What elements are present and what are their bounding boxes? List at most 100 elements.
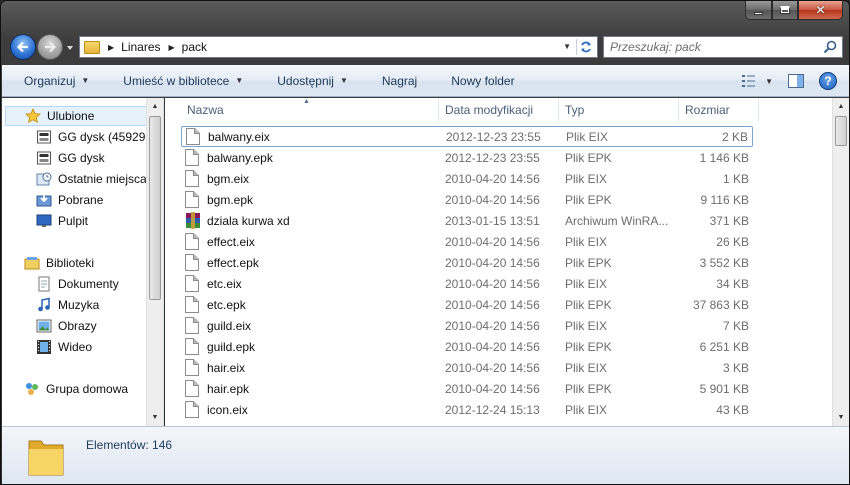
- close-icon: ✕: [815, 3, 826, 17]
- forward-button[interactable]: [37, 34, 63, 60]
- file-row[interactable]: dziala kurwa xd 2013-01-15 13:51 Archiwum …: [181, 210, 753, 231]
- file-list-scrollbar[interactable]: ▲ ▼: [832, 98, 849, 426]
- file-row[interactable]: etc.epk 2010-04-20 14:56 Plik EPK 37 863 KB: [181, 294, 753, 315]
- file-row[interactable]: effect.eix 2010-04-20 14:56 Plik EIX 26 KB: [181, 231, 753, 252]
- close-button[interactable]: ✕: [798, 1, 843, 20]
- file-row[interactable]: hair.epk 2010-04-20 14:56 Plik EPK 5 901 KB: [181, 378, 753, 399]
- file-name: etc.epk: [207, 297, 246, 312]
- file-row[interactable]: balwany.epk 2012-12-23 23:55 Plik EPK 1 146…: [181, 147, 753, 168]
- file-row[interactable]: icon.eix 2012-12-24 15:13 Plik EIX 43 KB: [181, 399, 753, 420]
- scroll-down-arrow-icon[interactable]: ▼: [833, 409, 849, 426]
- new-folder-label: Nowy folder: [451, 73, 515, 88]
- file-icon: [185, 170, 199, 187]
- nav-item-downloads[interactable]: Pobrane: [36, 190, 103, 210]
- file-row[interactable]: guild.epk 2010-04-20 14:56 Plik EPK 6 251 K…: [181, 336, 753, 357]
- downloads-icon: [36, 193, 52, 207]
- column-header-type-label: Typ: [565, 103, 585, 117]
- file-row[interactable]: balwany.eix 2012-12-23 23:55 Plik EIX 2 KB: [181, 126, 753, 147]
- nav-item-recent-places[interactable]: Ostatnie miejsca: [36, 169, 147, 189]
- file-date: 2010-04-20 14:56: [445, 318, 540, 333]
- change-view-button[interactable]: [741, 72, 759, 90]
- scroll-up-arrow-icon[interactable]: ▲: [833, 98, 849, 115]
- recent-pages-dropdown[interactable]: [65, 43, 75, 53]
- gg-drive-icon: [37, 130, 51, 144]
- scrollbar-thumb[interactable]: [149, 116, 161, 300]
- preview-pane-button[interactable]: [787, 72, 805, 90]
- breadcrumb-separator-icon[interactable]: ▶: [108, 43, 114, 52]
- scroll-down-arrow-icon[interactable]: ▼: [147, 409, 163, 426]
- file-row[interactable]: hair.eix 2010-04-20 14:56 Plik EIX 3 KB: [181, 357, 753, 378]
- file-icon: [185, 149, 199, 166]
- nav-item-gg-drive-2[interactable]: GG dysk: [36, 148, 105, 168]
- column-header-type[interactable]: Typ: [559, 98, 679, 122]
- file-row[interactable]: effect.epk 2010-04-20 14:56 Plik EPK 3 552 …: [181, 252, 753, 273]
- file-type: Plik EIX: [565, 171, 608, 186]
- new-folder-button[interactable]: Nowy folder: [439, 69, 526, 93]
- file-type: Plik EIX: [565, 318, 608, 333]
- pictures-icon: [36, 319, 52, 333]
- share-button[interactable]: Udostępnij ▼: [265, 69, 360, 93]
- refresh-button[interactable]: [576, 39, 594, 55]
- nav-libraries[interactable]: Biblioteki: [24, 253, 94, 273]
- nav-item-label: GG dysk (459295381): [58, 130, 147, 144]
- file-list: ▲ Nazwa Data modyfikacji Typ Rozmiar bal…: [165, 98, 849, 426]
- nav-item-documents[interactable]: Dokumenty: [36, 274, 119, 294]
- scrollbar-thumb[interactable]: [835, 116, 847, 146]
- minimize-button[interactable]: [745, 1, 772, 20]
- search-input[interactable]: Przeszukaj: pack: [610, 40, 822, 54]
- nav-scrollbar[interactable]: ▲ ▼: [146, 98, 163, 426]
- file-name-cell: guild.eix: [185, 317, 251, 334]
- view-options-dropdown[interactable]: ▼: [765, 77, 773, 86]
- nav-item-desktop[interactable]: Pulpit: [36, 211, 88, 231]
- burn-button[interactable]: Nagraj: [370, 69, 429, 93]
- file-type: Archiwum WinRA...: [565, 213, 669, 228]
- search-box[interactable]: Przeszukaj: pack: [603, 36, 843, 58]
- file-name-cell: effect.eix: [185, 233, 255, 250]
- file-name: balwany.epk: [207, 150, 273, 165]
- file-row[interactable]: bgm.eix 2010-04-20 14:56 Plik EIX 1 KB: [181, 168, 753, 189]
- file-name-cell: hair.epk: [185, 380, 249, 397]
- file-size: 1 KB: [722, 171, 749, 186]
- nav-item-gg-drive-1[interactable]: GG dysk (459295381): [36, 127, 147, 147]
- nav-item-music[interactable]: Muzyka: [36, 295, 99, 315]
- help-icon[interactable]: ?: [819, 72, 837, 90]
- breadcrumb-linares[interactable]: Linares: [121, 40, 160, 54]
- nav-homegroup[interactable]: Grupa domowa: [24, 379, 128, 399]
- file-size: 2 KB: [721, 129, 748, 144]
- file-row[interactable]: etc.eix 2010-04-20 14:56 Plik EIX 34 KB: [181, 273, 753, 294]
- include-in-library-button[interactable]: Umieść w bibliotece ▼: [111, 69, 255, 93]
- file-name: icon.eix: [207, 402, 248, 417]
- nav-libraries-label: Biblioteki: [46, 256, 95, 270]
- navigation-pane: Ulubione GG dysk (459295381) GG dysk Ost…: [2, 98, 164, 426]
- file-date: 2010-04-20 14:56: [445, 276, 540, 291]
- column-header-date-label: Data modyfikacji: [445, 103, 534, 117]
- file-size: 5 901 KB: [699, 381, 749, 396]
- address-history-dropdown[interactable]: ▼: [563, 42, 571, 51]
- file-name-cell: etc.eix: [185, 275, 242, 292]
- file-name-cell: effect.epk: [185, 254, 259, 271]
- search-icon[interactable]: [822, 39, 838, 55]
- explorer-window: ✕ ▶ Linares ▶ pack ▼ Przeszukaj: pack Or…: [0, 0, 850, 485]
- column-header-name[interactable]: Nazwa: [181, 98, 439, 122]
- column-header-date[interactable]: Data modyfikacji: [439, 98, 559, 122]
- maximize-icon: [780, 6, 790, 14]
- file-icon: [185, 338, 199, 355]
- file-size: 43 KB: [716, 402, 749, 417]
- organize-button[interactable]: Organizuj ▼: [12, 69, 101, 93]
- back-button[interactable]: [10, 34, 36, 60]
- nav-item-pictures[interactable]: Obrazy: [36, 316, 97, 336]
- column-header-size[interactable]: Rozmiar: [679, 98, 759, 122]
- include-in-library-label: Umieść w bibliotece: [123, 73, 230, 88]
- address-bar[interactable]: ▶ Linares ▶ pack ▼: [79, 36, 598, 58]
- breadcrumb-pack[interactable]: pack: [182, 40, 207, 54]
- file-date: 2010-04-20 14:56: [445, 192, 540, 207]
- scroll-up-arrow-icon[interactable]: ▲: [147, 98, 163, 115]
- file-row[interactable]: guild.eix 2010-04-20 14:56 Plik EIX 7 KB: [181, 315, 753, 336]
- nav-item-video[interactable]: Wideo: [36, 337, 92, 357]
- file-type: Plik EIX: [565, 234, 608, 249]
- breadcrumb-separator-icon[interactable]: ▶: [169, 43, 175, 52]
- file-name: effect.eix: [207, 234, 255, 249]
- file-row[interactable]: bgm.epk 2010-04-20 14:56 Plik EPK 9 116 KB: [181, 189, 753, 210]
- maximize-button[interactable]: [772, 1, 798, 20]
- nav-favorites[interactable]: Ulubione: [5, 106, 147, 126]
